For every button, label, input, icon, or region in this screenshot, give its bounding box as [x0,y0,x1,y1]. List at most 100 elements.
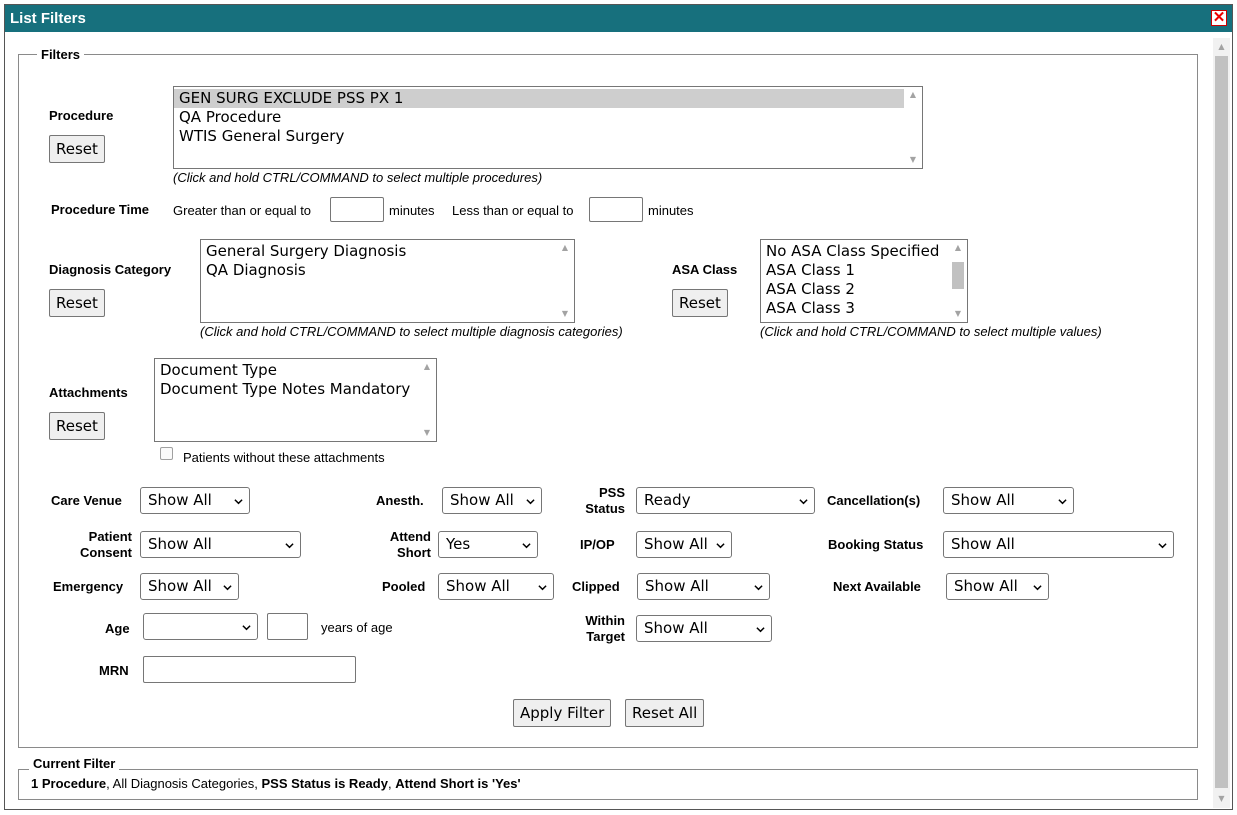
scroll-thumb[interactable] [952,262,964,289]
asa-option[interactable]: ASA Class 3 [761,299,949,318]
patients-without-attachments-checkbox[interactable] [160,447,173,460]
procedure-option[interactable]: GEN SURG EXCLUDE PSS PX 1 [174,89,904,108]
cancellations-select[interactable]: Show All [943,487,1074,514]
within-target-label-line: Target [586,629,625,644]
asa-hint: (Click and hold CTRL/COMMAND to select m… [760,324,1102,339]
page-scrollbar[interactable]: ▲ ▼ [1213,38,1230,808]
current-filter-part: PSS Status is Ready [261,776,388,791]
attachment-option[interactable]: Document Type [155,361,418,380]
pooled-select[interactable]: Show All [438,573,554,600]
close-icon[interactable]: ✕ [1211,10,1227,26]
diagnosis-option[interactable]: QA Diagnosis [201,261,556,280]
procedure-reset-button[interactable]: Reset [49,135,105,163]
clipped-value: Show All [645,577,709,595]
chevron-down-icon [754,585,763,591]
emergency-value: Show All [148,577,212,595]
booking-status-select[interactable]: Show All [943,531,1174,558]
mrn-label: MRN [99,663,129,678]
attachments-listbox-scrollbar[interactable]: ▲ ▼ [419,360,435,440]
current-filter-part: Attend Short is 'Yes' [395,776,521,791]
scroll-up-icon[interactable]: ▲ [1213,40,1230,54]
ipop-label: IP/OP [580,537,615,552]
scroll-up-icon[interactable]: ▲ [950,241,966,255]
asa-class-label: ASA Class [672,262,738,277]
care-venue-label: Care Venue [51,493,122,508]
procedure-time-max-input[interactable] [589,197,643,222]
mrn-input[interactable] [143,656,356,683]
procedure-label: Procedure [49,108,114,123]
pss-status-label: PSS Status [565,485,625,517]
procedure-option[interactable]: WTIS General Surgery [174,127,904,146]
scroll-down-icon[interactable]: ▼ [905,153,921,167]
diagnosis-listbox[interactable]: General Surgery Diagnosis QA Diagnosis ▲… [200,239,575,323]
diagnosis-hint: (Click and hold CTRL/COMMAND to select m… [200,324,623,339]
attachment-option[interactable]: Document Type Notes Mandatory [155,380,418,399]
minutes-label: minutes [389,203,435,218]
asa-option[interactable]: No ASA Class Specified [761,242,949,261]
clipped-select[interactable]: Show All [637,573,770,600]
within-target-select[interactable]: Show All [636,615,772,642]
attachments-reset-button[interactable]: Reset [49,412,105,440]
procedure-hint: (Click and hold CTRL/COMMAND to select m… [173,170,543,185]
diagnosis-category-label: Diagnosis Category [49,262,172,277]
procedure-option[interactable]: QA Procedure [174,108,904,127]
pss-status-select[interactable]: Ready [636,487,815,514]
current-filter-summary: 1 Procedure, All Diagnosis Categories, P… [31,776,521,791]
anesth-value: Show All [450,491,514,509]
scroll-down-icon[interactable]: ▼ [557,307,573,321]
age-operator-select[interactable] [143,613,258,640]
scroll-up-icon[interactable]: ▲ [905,88,921,102]
attend-short-label: Attend Short [365,529,431,561]
filters-legend: Filters [37,47,85,62]
attend-short-select[interactable]: Yes [438,531,538,558]
patient-consent-select[interactable]: Show All [140,531,301,558]
pss-status-value: Ready [644,491,691,509]
asa-listbox-scrollbar[interactable]: ▲ ▼ [950,241,966,321]
anesth-select[interactable]: Show All [442,487,542,514]
procedure-time-min-input[interactable] [330,197,384,222]
booking-status-value: Show All [951,535,1015,553]
procedure-listbox-scrollbar[interactable]: ▲ ▼ [905,88,921,167]
diagnosis-option[interactable]: General Surgery Diagnosis [201,242,556,261]
chevron-down-icon [223,585,232,591]
within-target-label-line: Within [585,613,625,628]
diagnosis-listbox-scrollbar[interactable]: ▲ ▼ [557,241,573,321]
current-filter-part: , All Diagnosis Categories, [106,776,262,791]
emergency-label: Emergency [53,579,124,594]
patient-consent-value: Show All [148,535,212,553]
patients-without-attachments-label: Patients without these attachments [183,450,385,465]
apply-filter-button[interactable]: Apply Filter [513,699,612,727]
asa-option[interactable]: ASA Class 1 [761,261,949,280]
scroll-down-icon[interactable]: ▼ [1213,792,1230,806]
dialog-titlebar: List Filters ✕ [5,5,1232,32]
chevron-down-icon [799,499,808,505]
emergency-select[interactable]: Show All [140,573,239,600]
next-available-label: Next Available [833,579,921,594]
diagnosis-reset-button[interactable]: Reset [49,289,105,317]
scroll-down-icon[interactable]: ▼ [419,426,435,440]
asa-class-listbox[interactable]: No ASA Class Specified ASA Class 1 ASA C… [760,239,968,323]
attachments-listbox[interactable]: Document Type Document Type Notes Mandat… [154,358,437,442]
anesth-label: Anesth. [376,493,424,508]
next-available-value: Show All [954,577,1018,595]
attend-short-value: Yes [446,535,471,553]
minutes-label: minutes [648,203,694,218]
ipop-select[interactable]: Show All [636,531,732,558]
next-available-select[interactable]: Show All [946,573,1049,600]
procedure-listbox[interactable]: GEN SURG EXCLUDE PSS PX 1 QA Procedure W… [173,86,923,169]
care-venue-select[interactable]: Show All [140,487,250,514]
asa-option[interactable]: ASA Class 2 [761,280,949,299]
gte-label: Greater than or equal to [173,203,312,218]
reset-all-button[interactable]: Reset All [625,699,705,727]
patient-consent-label-line: Consent [80,545,132,560]
cancellations-value: Show All [951,491,1015,509]
scroll-up-icon[interactable]: ▲ [557,241,573,255]
age-input[interactable] [267,613,308,640]
scroll-down-icon[interactable]: ▼ [950,307,966,321]
chevron-down-icon [756,627,765,633]
asa-reset-button[interactable]: Reset [672,289,728,317]
scroll-up-icon[interactable]: ▲ [419,360,435,374]
pss-status-label-line: Status [585,501,625,516]
current-filter-part: 1 Procedure [31,776,107,791]
scroll-thumb[interactable] [1215,56,1228,788]
